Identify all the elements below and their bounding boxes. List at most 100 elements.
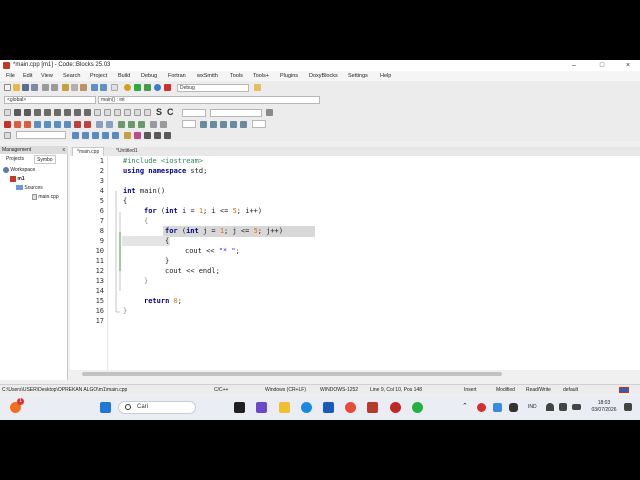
jump-to-line-icon[interactable] xyxy=(118,121,125,128)
chat-icon[interactable] xyxy=(256,402,267,413)
menu-doxyblocks[interactable]: DoxyBlocks xyxy=(309,71,338,81)
code-line[interactable]: { xyxy=(144,216,148,226)
toolbar-blank-icon[interactable] xyxy=(111,84,118,91)
jump-forward-icon[interactable] xyxy=(24,109,31,116)
step-out-icon[interactable] xyxy=(44,121,51,128)
zoom-out-icon[interactable] xyxy=(124,109,131,116)
incremental-search-mode[interactable] xyxy=(182,109,206,117)
incremental-search-input[interactable] xyxy=(210,109,262,117)
notification-bell-icon[interactable] xyxy=(624,403,632,411)
next-line-icon[interactable] xyxy=(24,121,31,128)
next-match-icon[interactable] xyxy=(82,132,89,139)
editor-tab-untitled1[interactable]: *Untitled1 xyxy=(112,147,142,156)
scope-select[interactable]: <global> xyxy=(4,96,96,104)
next-instruction-icon[interactable] xyxy=(54,121,61,128)
highlight-icon[interactable] xyxy=(64,109,71,116)
bookmark-icon[interactable] xyxy=(34,109,41,116)
debug-info-icon[interactable] xyxy=(106,121,113,128)
open-folder-icon[interactable] xyxy=(13,84,20,91)
build-and-run-icon[interactable] xyxy=(144,84,151,91)
tree-item-project[interactable]: m1 xyxy=(10,175,25,183)
scrollbar-thumb[interactable] xyxy=(82,372,502,376)
code-line[interactable]: cout << "* "; xyxy=(185,246,240,256)
code-editor[interactable]: 1 2 3 4 5 6 7 8 9 10 11 12 13 14 15 16 1… xyxy=(70,156,640,370)
prev-error-icon[interactable] xyxy=(138,121,145,128)
taskbar-search-box[interactable]: Cari xyxy=(118,401,196,414)
fortran-tools-icon[interactable] xyxy=(230,121,237,128)
zoom-reset-icon[interactable] xyxy=(144,109,151,116)
tree-item-main-cpp[interactable]: main.cpp xyxy=(32,193,59,201)
menu-debug[interactable]: Debug xyxy=(141,71,157,81)
uncomment-icon[interactable] xyxy=(84,109,91,116)
app-red-icon[interactable] xyxy=(390,402,401,413)
maximize-button[interactable]: □ xyxy=(594,60,610,71)
close-button[interactable]: × xyxy=(620,60,636,71)
new-file-icon[interactable] xyxy=(4,84,11,91)
build-gear-icon[interactable] xyxy=(124,84,131,91)
tab-projects[interactable]: Projects xyxy=(4,155,26,164)
thread-search-input[interactable] xyxy=(16,131,66,139)
tray-app-icon[interactable] xyxy=(477,403,486,412)
tree-item-sources[interactable]: Sources xyxy=(16,184,43,192)
fortran-jump-icon[interactable] xyxy=(200,121,207,128)
symbol-s-icon[interactable]: S xyxy=(156,107,162,117)
code-line[interactable]: #include <iostream> xyxy=(123,156,203,166)
minimize-button[interactable]: – xyxy=(566,60,582,71)
zoom-in-icon[interactable] xyxy=(134,109,141,116)
menu-edit[interactable]: Edit xyxy=(23,71,32,81)
toggle-panel-icon[interactable] xyxy=(4,132,11,139)
code-line[interactable]: int main() xyxy=(123,186,165,196)
code-line[interactable]: { xyxy=(165,236,169,246)
code-line[interactable]: for (int j = 1; j <= 5; j++) xyxy=(165,226,283,236)
fortran-docs-icon[interactable] xyxy=(240,121,247,128)
show-eol-icon[interactable] xyxy=(154,132,161,139)
search-options-icon[interactable] xyxy=(92,132,99,139)
menu-fortran[interactable]: Fortran xyxy=(168,71,186,81)
fortran-back-icon[interactable] xyxy=(210,121,217,128)
code-line[interactable]: return 0; xyxy=(144,296,182,306)
find-icon[interactable] xyxy=(91,84,98,91)
search-toggle-icon[interactable] xyxy=(266,109,273,116)
taskbar-clock[interactable]: 18:03 03/07/2026 xyxy=(590,400,618,414)
task-view-icon[interactable] xyxy=(234,402,245,413)
menu-wxsmith[interactable]: wxSmith xyxy=(197,71,218,81)
volume-icon[interactable] xyxy=(559,403,567,411)
code-line[interactable]: } xyxy=(123,306,127,316)
pointer-icon[interactable] xyxy=(4,109,11,116)
code-line[interactable]: } xyxy=(165,256,169,266)
menu-tools[interactable]: Tools xyxy=(230,71,243,81)
menu-search[interactable]: Search xyxy=(63,71,80,81)
tab-symbols[interactable]: Symbo xyxy=(34,155,56,164)
battery-icon[interactable] xyxy=(572,404,581,410)
menu-help[interactable]: Help xyxy=(380,71,391,81)
block-select-icon[interactable] xyxy=(94,109,101,116)
prev-bookmark-icon[interactable] xyxy=(44,109,51,116)
step-instruction-icon[interactable] xyxy=(64,121,71,128)
undo-icon[interactable] xyxy=(42,84,49,91)
run-to-cursor-icon[interactable] xyxy=(14,121,21,128)
abort-icon[interactable] xyxy=(164,84,171,91)
menu-project[interactable]: Project xyxy=(90,71,107,81)
debug-start-icon[interactable] xyxy=(4,121,11,128)
comment-icon[interactable] xyxy=(74,109,81,116)
save-all-icon[interactable] xyxy=(31,84,38,91)
prev-match-icon[interactable] xyxy=(72,132,79,139)
show-whitespace-icon[interactable] xyxy=(164,132,171,139)
copy-icon[interactable] xyxy=(71,84,78,91)
chrome-icon[interactable] xyxy=(345,402,356,413)
wifi-icon[interactable] xyxy=(546,403,554,411)
code-line[interactable]: } xyxy=(144,276,148,286)
cut-icon[interactable] xyxy=(62,84,69,91)
next-bookmark-icon[interactable] xyxy=(54,109,61,116)
paste-icon[interactable] xyxy=(80,84,87,91)
whatsapp-icon[interactable] xyxy=(412,402,423,413)
doxy-icon[interactable] xyxy=(150,121,157,128)
tray-app2-icon[interactable] xyxy=(493,403,502,412)
menu-plugins[interactable]: Plugins xyxy=(280,71,298,81)
tray-chevron-icon[interactable]: ⌃ xyxy=(462,402,468,410)
start-windows-icon[interactable] xyxy=(100,402,111,413)
marker-icon[interactable] xyxy=(124,132,131,139)
management-close-icon[interactable]: x xyxy=(63,146,66,154)
edge-browser-icon[interactable] xyxy=(301,402,312,413)
jump-back-icon[interactable] xyxy=(14,109,21,116)
